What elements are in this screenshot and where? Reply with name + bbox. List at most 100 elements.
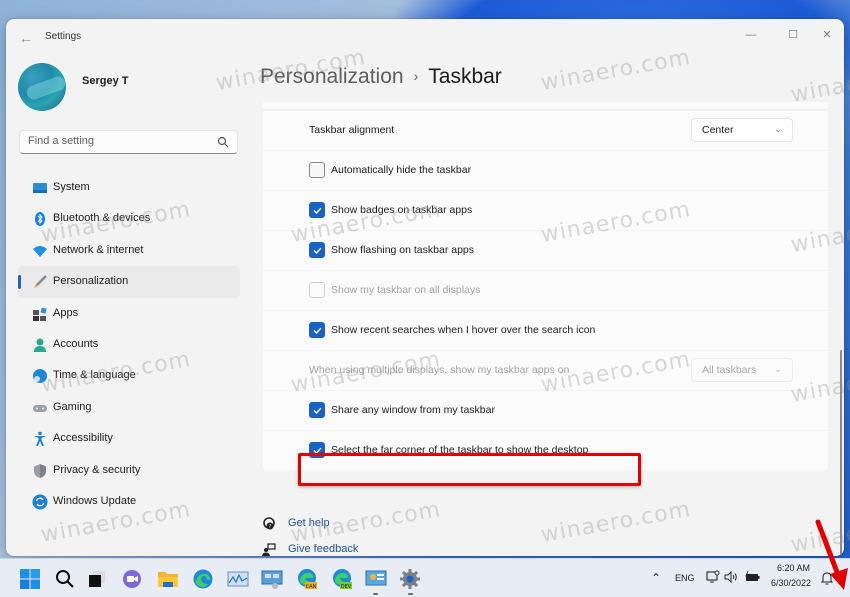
- settings-gear-icon[interactable]: [399, 568, 421, 590]
- sidebar-item-time-language[interactable]: Time & language: [18, 360, 240, 391]
- brush-icon: [34, 275, 47, 289]
- sidebar-item-label: System: [53, 181, 90, 193]
- accessibility-icon: [34, 431, 46, 447]
- file-explorer-icon[interactable]: [157, 568, 179, 590]
- get-help-label: Get help: [288, 517, 330, 529]
- breadcrumb-parent[interactable]: Personalization: [260, 65, 404, 88]
- breadcrumb: Personalization › Taskbar: [260, 65, 502, 89]
- svg-text:CAN: CAN: [306, 584, 317, 590]
- wifi-icon: [33, 245, 47, 257]
- badges-checkbox[interactable]: [309, 202, 325, 218]
- running-indicator: [408, 593, 413, 595]
- shield-icon: [34, 463, 46, 478]
- settings-window: ← Settings — ☐ ✕ Sergey T System Bluetoo…: [6, 19, 844, 556]
- sidebar-item-label: Gaming: [53, 400, 92, 413]
- red-arrow-annotation: [815, 519, 848, 590]
- multi-display-label: When using multiple displays, show my ta…: [309, 364, 570, 376]
- back-button[interactable]: ←: [16, 29, 36, 47]
- app-title: Settings: [45, 31, 82, 42]
- maximize-button[interactable]: ☐: [778, 23, 808, 47]
- svg-text:DEV: DEV: [341, 584, 352, 590]
- sidebar-item-windows-update[interactable]: Windows Update: [18, 486, 240, 517]
- sidebar-item-label: Time & language: [53, 369, 136, 382]
- search-input[interactable]: [28, 135, 208, 147]
- highlight-annotation: [298, 453, 641, 486]
- sidebar-item-network[interactable]: Network & internet: [18, 235, 240, 266]
- sidebar-item-label: Windows Update: [53, 494, 137, 507]
- chevron-down-icon: ⌄: [774, 124, 782, 134]
- recent-searches-checkbox[interactable]: [309, 322, 325, 338]
- autohide-label: Automatically hide the taskbar: [331, 164, 472, 176]
- setting-row-flashing[interactable]: Show flashing on taskbar apps: [263, 231, 828, 270]
- sidebar-item-apps[interactable]: Apps: [18, 298, 240, 329]
- network-icon[interactable]: [706, 570, 720, 584]
- title-bar: ← Settings — ☐ ✕: [6, 19, 844, 57]
- chevron-right-icon: ›: [413, 68, 419, 84]
- all-displays-label: Show my taskbar on all displays: [331, 284, 481, 296]
- sidebar-nav: System Bluetooth & devices Network & int…: [18, 172, 240, 517]
- sidebar-item-privacy[interactable]: Privacy & security: [18, 455, 240, 486]
- sidebar-item-label: Apps: [53, 306, 79, 319]
- show-hidden-icons-chevron-icon[interactable]: ⌃: [651, 571, 661, 585]
- search-box[interactable]: [19, 130, 238, 154]
- sidebar-item-gaming[interactable]: Gaming: [18, 392, 240, 423]
- remote-desktop-icon[interactable]: [261, 568, 283, 590]
- volume-icon[interactable]: [724, 570, 738, 584]
- monitor-icon: [33, 183, 47, 193]
- user-name: Sergey T: [82, 75, 129, 87]
- user-profile[interactable]: Sergey T: [18, 63, 238, 113]
- all-displays-checkbox: [309, 282, 325, 298]
- language-indicator[interactable]: ENG: [675, 573, 695, 583]
- dropdown-value: All taskbars: [702, 364, 757, 376]
- svg-text:?: ?: [269, 524, 272, 530]
- setting-row-all-displays: Show my taskbar on all displays: [263, 271, 828, 310]
- sidebar-item-accounts[interactable]: Accounts: [18, 329, 240, 360]
- setting-row-autohide[interactable]: Automatically hide the taskbar: [263, 151, 828, 190]
- checkmark-icon: [313, 247, 322, 254]
- autohide-checkbox[interactable]: [309, 162, 325, 178]
- sidebar-item-system[interactable]: System: [18, 172, 240, 203]
- share-window-checkbox[interactable]: [309, 402, 325, 418]
- update-icon: [32, 494, 48, 510]
- chevron-down-icon: ⌄: [774, 364, 782, 374]
- battery-icon[interactable]: [744, 570, 760, 584]
- setting-row-recent-searches[interactable]: Show recent searches when I hover over t…: [263, 311, 828, 350]
- sidebar-item-label: Accounts: [53, 337, 99, 350]
- edge-icon[interactable]: [192, 568, 214, 590]
- help-headset-icon: ?: [263, 517, 275, 530]
- feedback-icon: [262, 543, 276, 556]
- sidebar-item-label: Privacy & security: [53, 463, 141, 476]
- sidebar-item-label: Personalization: [53, 275, 129, 288]
- checkmark-icon: [313, 407, 322, 414]
- search-icon[interactable]: [54, 568, 76, 590]
- recent-searches-label: Show recent searches when I hover over t…: [331, 324, 596, 336]
- minimize-button[interactable]: —: [736, 23, 766, 47]
- multi-display-dropdown: All taskbars ⌄: [691, 358, 793, 382]
- globe-clock-icon: [33, 369, 47, 384]
- teams-chat-icon[interactable]: [121, 568, 143, 590]
- arrow-left-icon: ←: [19, 30, 33, 46]
- alignment-label: Taskbar alignment: [309, 124, 395, 136]
- setting-row-share-window[interactable]: Share any window from my taskbar: [263, 391, 828, 430]
- avatar: [18, 63, 66, 111]
- edge-canary-icon[interactable]: CAN: [296, 568, 318, 590]
- person-icon: [34, 338, 46, 352]
- dropdown-value: Center: [702, 124, 734, 136]
- start-icon[interactable]: [19, 568, 41, 590]
- setting-row-badges[interactable]: Show badges on taskbar apps: [263, 191, 828, 230]
- sidebar-item-label: Network & internet: [53, 243, 144, 256]
- task-view-icon[interactable]: [86, 568, 108, 590]
- close-button[interactable]: ✕: [812, 23, 842, 47]
- page-title: Taskbar: [428, 65, 502, 88]
- edge-dev-icon[interactable]: DEV: [331, 568, 353, 590]
- card-top: [263, 102, 828, 110]
- control-panel-icon[interactable]: [365, 568, 387, 590]
- alignment-dropdown[interactable]: Center ⌄: [691, 118, 793, 142]
- sidebar-item-bluetooth[interactable]: Bluetooth & devices: [18, 203, 240, 234]
- performance-monitor-icon[interactable]: [227, 568, 249, 590]
- sidebar-item-personalization[interactable]: Personalization: [18, 266, 240, 298]
- running-indicator: [373, 593, 378, 595]
- sidebar-item-label: Accessibility: [53, 432, 113, 445]
- sidebar-item-accessibility[interactable]: Accessibility: [18, 423, 240, 454]
- flashing-checkbox[interactable]: [309, 242, 325, 258]
